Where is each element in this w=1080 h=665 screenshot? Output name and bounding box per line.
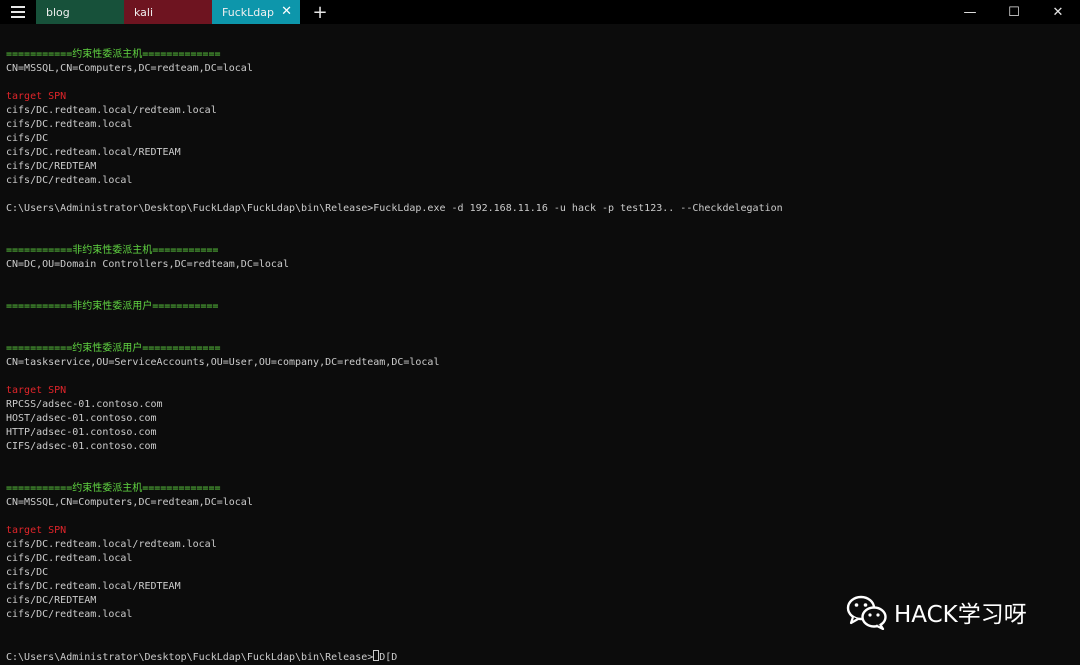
terminal-line: cifs/DC.redteam.local xyxy=(6,119,133,130)
tab-label: FuckLdap xyxy=(222,5,274,19)
terminal-line: ===========约束性委派用户============= xyxy=(6,343,221,354)
terminal-line: CN=DC,OU=Domain Controllers,DC=redteam,D… xyxy=(6,259,289,270)
terminal-line: CN=MSSQL,CN=Computers,DC=redteam,DC=loca… xyxy=(6,63,253,74)
window-controls: — ☐ ✕ xyxy=(948,0,1080,24)
terminal-line: target SPN xyxy=(6,91,67,102)
tab-label: blog xyxy=(46,5,70,19)
tab-blog[interactable]: blog xyxy=(36,0,124,24)
terminal-line: cifs/DC.redteam.local/REDTEAM xyxy=(6,147,181,158)
terminal-line: ===========约束性委派主机============= xyxy=(6,483,221,494)
terminal-line: cifs/DC/REDTEAM xyxy=(6,161,97,172)
terminal-line: ===========非约束性委派主机=========== xyxy=(6,245,219,256)
menu-icon[interactable] xyxy=(0,0,36,24)
terminal-line: RPCSS/adsec-01.contoso.com xyxy=(6,399,163,410)
title-bar: blog kali FuckLdap ✕ + — ☐ ✕ xyxy=(0,0,1080,24)
terminal-line: cifs/DC/redteam.local xyxy=(6,175,133,186)
close-tab-icon[interactable]: ✕ xyxy=(281,4,292,19)
tab-kali[interactable]: kali xyxy=(124,0,212,24)
prompt-path: C:\Users\Administrator\Desktop\FuckLdap\… xyxy=(6,652,374,663)
terminal-line: target SPN xyxy=(6,525,67,536)
tab-fuckldap[interactable]: FuckLdap ✕ xyxy=(212,0,300,24)
wechat-icon xyxy=(846,595,887,630)
terminal-prompt-line[interactable]: C:\Users\Administrator\Desktop\FuckLdap\… xyxy=(6,650,1076,664)
terminal-line: ===========非约束性委派用户=========== xyxy=(6,301,219,312)
maximize-button[interactable]: ☐ xyxy=(992,0,1036,24)
terminal-line: cifs/DC.redteam.local/REDTEAM xyxy=(6,581,181,592)
terminal-line: ===========约束性委派主机============= xyxy=(6,49,221,60)
terminal-line: cifs/DC xyxy=(6,133,49,144)
terminal-line: C:\Users\Administrator\Desktop\FuckLdap\… xyxy=(6,203,783,214)
prompt-input[interactable]: D[D xyxy=(379,652,397,663)
terminal-line: CN=taskservice,OU=ServiceAccounts,OU=Use… xyxy=(6,357,440,368)
terminal-line: HTTP/adsec-01.contoso.com xyxy=(6,427,157,438)
close-window-button[interactable]: ✕ xyxy=(1036,0,1080,24)
minimize-button[interactable]: — xyxy=(948,0,992,24)
terminal-output[interactable]: ===========约束性委派主机============= CN=MSSQL,… xyxy=(6,48,1076,664)
terminal-line: cifs/DC.redteam.local/redteam.local xyxy=(6,105,217,116)
terminal-line: cifs/DC.redteam.local/redteam.local xyxy=(6,539,217,550)
terminal-line: cifs/DC.redteam.local xyxy=(6,553,133,564)
tab-label: kali xyxy=(134,5,154,19)
new-tab-button[interactable]: + xyxy=(300,0,340,24)
terminal-line: CN=MSSQL,CN=Computers,DC=redteam,DC=loca… xyxy=(6,497,253,508)
terminal-line: target SPN xyxy=(6,385,67,396)
watermark-text: HACK学习呀 xyxy=(894,602,1027,628)
terminal-line: CIFS/adsec-01.contoso.com xyxy=(6,441,157,452)
terminal-line: cifs/DC xyxy=(6,567,49,578)
terminal-line: HOST/adsec-01.contoso.com xyxy=(6,413,157,424)
watermark: HACK学习呀 xyxy=(846,594,1027,630)
